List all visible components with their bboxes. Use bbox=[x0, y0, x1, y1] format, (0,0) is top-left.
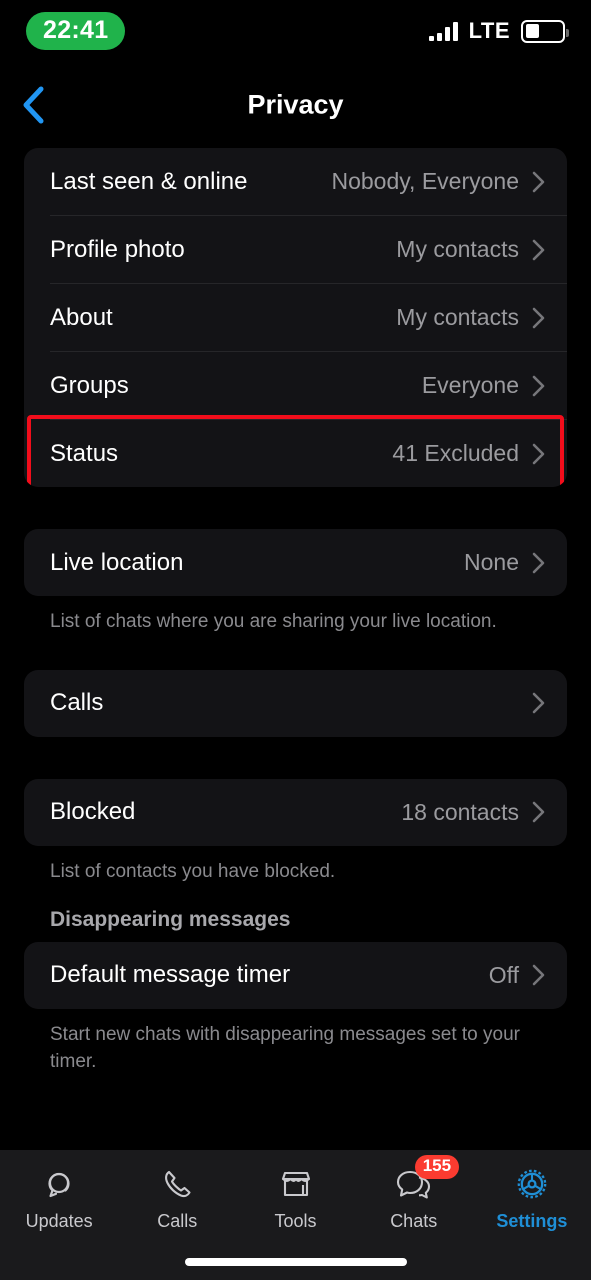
tab-label: Tools bbox=[274, 1211, 317, 1231]
row-calls[interactable]: Calls bbox=[24, 670, 567, 737]
row-label: Status bbox=[50, 439, 119, 467]
network-type-label: LTE bbox=[468, 18, 510, 43]
chevron-right-icon bbox=[529, 239, 549, 261]
calls-group: Calls bbox=[24, 669, 567, 737]
row-value: 41 Excluded bbox=[392, 440, 519, 466]
row-value: Everyone bbox=[421, 372, 519, 398]
settings-list: Last seen & online Nobody, Everyone Prof… bbox=[0, 148, 591, 1150]
row-value: None bbox=[464, 549, 519, 575]
disappearing-messages-card: Default message timer Off bbox=[24, 941, 567, 1009]
tab-calls[interactable]: Calls bbox=[118, 1164, 236, 1232]
tab-updates[interactable]: Updates bbox=[0, 1164, 118, 1232]
row-last-seen-online[interactable]: Last seen & online Nobody, Everyone bbox=[24, 148, 567, 215]
page-title: Privacy bbox=[247, 89, 344, 120]
status-bar: 22:41 LTE bbox=[0, 0, 591, 62]
chevron-right-icon bbox=[529, 307, 549, 329]
battery-icon bbox=[521, 19, 569, 43]
storefront-icon bbox=[274, 1164, 318, 1204]
row-label: Profile photo bbox=[50, 235, 185, 263]
phone-screen: 22:41 LTE Privacy Last seen & online Nob… bbox=[0, 0, 591, 1280]
gear-icon bbox=[510, 1164, 554, 1204]
tab-label: Settings bbox=[496, 1211, 568, 1231]
signal-bars-icon bbox=[428, 21, 458, 41]
status-time: 22:41 bbox=[26, 12, 126, 50]
chevron-right-icon bbox=[529, 375, 549, 397]
row-label: Groups bbox=[50, 371, 129, 399]
row-value: Nobody, Everyone bbox=[331, 168, 519, 194]
disappearing-messages-note: Start new chats with disappearing messag… bbox=[50, 1023, 520, 1072]
row-label: Blocked bbox=[50, 798, 136, 826]
row-value: 18 contacts bbox=[401, 798, 519, 825]
phone-icon bbox=[155, 1164, 199, 1204]
row-label: Live location bbox=[50, 548, 184, 576]
tab-label: Chats bbox=[390, 1211, 438, 1231]
blocked-group: Blocked 18 contacts List of contacts you… bbox=[24, 778, 567, 886]
row-label: Last seen & online bbox=[50, 167, 248, 195]
blocked-card: Blocked 18 contacts bbox=[24, 778, 567, 846]
visibility-card: Last seen & online Nobody, Everyone Prof… bbox=[24, 148, 567, 487]
row-groups[interactable]: Groups Everyone bbox=[24, 352, 567, 419]
row-value: My contacts bbox=[396, 236, 519, 262]
row-label: About bbox=[50, 303, 113, 331]
blocked-note: List of contacts you have blocked. bbox=[50, 860, 336, 882]
row-label: Calls bbox=[50, 689, 104, 717]
chevron-right-icon bbox=[529, 964, 549, 986]
live-location-note: List of chats where you are sharing your… bbox=[50, 611, 497, 632]
row-about[interactable]: About My contacts bbox=[24, 284, 567, 351]
tab-tools[interactable]: Tools bbox=[236, 1164, 354, 1232]
disappearing-messages-group: Disappearing messages Default message ti… bbox=[24, 908, 567, 1076]
home-indicator[interactable] bbox=[184, 1258, 407, 1266]
bottom-tab-bar: Updates Calls Tools 155 Chats Settings bbox=[0, 1150, 591, 1280]
calls-card: Calls bbox=[24, 669, 567, 737]
row-live-location[interactable]: Live location None bbox=[24, 529, 567, 596]
live-location-group: Live location None List of chats where y… bbox=[24, 529, 567, 636]
chevron-right-icon bbox=[529, 552, 549, 574]
row-blocked[interactable]: Blocked 18 contacts bbox=[24, 779, 567, 846]
nav-bar: Privacy bbox=[0, 62, 591, 148]
row-default-message-timer[interactable]: Default message timer Off bbox=[24, 942, 567, 1009]
row-label: Default message timer bbox=[50, 961, 291, 989]
live-location-card: Live location None bbox=[24, 529, 567, 596]
tab-settings[interactable]: Settings bbox=[473, 1164, 591, 1232]
tab-label: Calls bbox=[157, 1211, 198, 1231]
chat-bubbles-icon: 155 bbox=[392, 1155, 460, 1204]
row-profile-photo[interactable]: Profile photo My contacts bbox=[24, 216, 567, 283]
row-value: My contacts bbox=[396, 304, 519, 330]
chevron-right-icon bbox=[529, 171, 549, 193]
status-indicators: LTE bbox=[428, 18, 569, 44]
chevron-right-icon bbox=[529, 801, 549, 823]
row-status[interactable]: Status 41 Excluded bbox=[24, 415, 567, 487]
chevron-right-icon bbox=[529, 443, 549, 465]
visibility-group: Last seen & online Nobody, Everyone Prof… bbox=[24, 148, 567, 487]
updates-icon bbox=[37, 1164, 81, 1204]
row-value: Off bbox=[488, 961, 519, 988]
chats-unread-badge: 155 bbox=[414, 1155, 460, 1179]
tab-label: Updates bbox=[25, 1211, 93, 1231]
chevron-right-icon bbox=[529, 692, 549, 714]
tab-chats[interactable]: 155 Chats bbox=[355, 1155, 473, 1232]
disappearing-messages-heading: Disappearing messages bbox=[50, 907, 291, 931]
